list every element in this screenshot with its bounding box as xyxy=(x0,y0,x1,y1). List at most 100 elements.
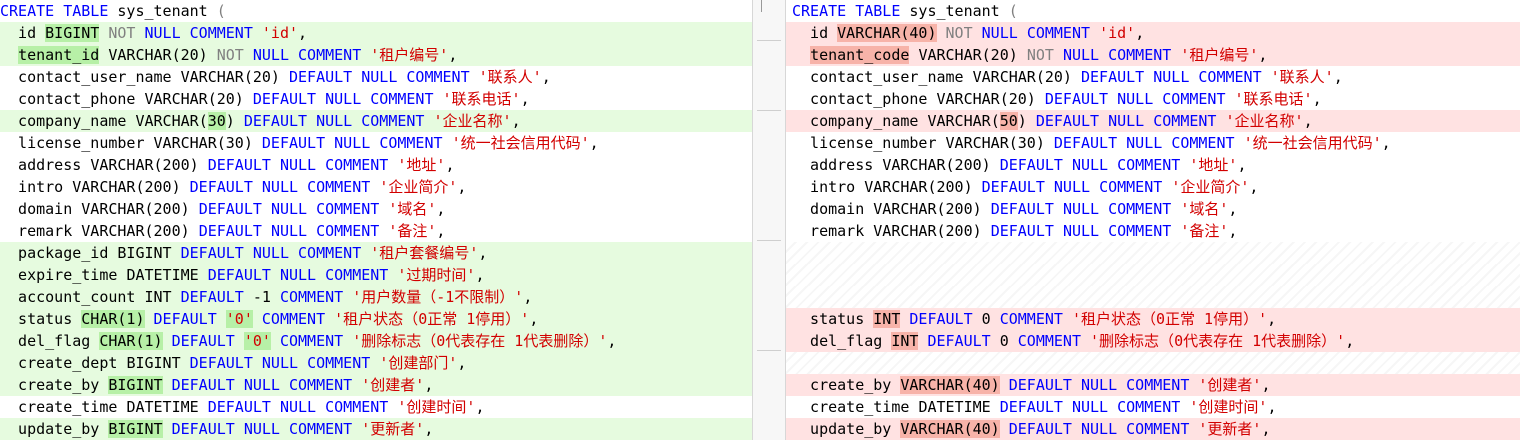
code-token: , xyxy=(607,332,617,350)
code-line[interactable] xyxy=(786,352,1520,374)
code-token: ) xyxy=(1017,112,1036,130)
code-token: CREATE xyxy=(0,2,55,20)
code-line[interactable]: create_time DATETIME DEFAULT NULL COMMEN… xyxy=(0,396,752,418)
code-token: sys_tenant xyxy=(900,2,1009,20)
code-token: DEFAULT xyxy=(990,222,1054,240)
code-token: , xyxy=(1267,398,1277,416)
code-token: NULL xyxy=(316,112,353,130)
code-line[interactable]: status INT DEFAULT 0 COMMENT '租户状态（0正常 1… xyxy=(786,308,1520,330)
code-token: BIGINT xyxy=(108,420,163,438)
code-line[interactable]: intro VARCHAR(200) DEFAULT NULL COMMENT … xyxy=(0,176,752,198)
code-token: (30) xyxy=(1008,134,1054,152)
code-token: license_number xyxy=(0,134,154,152)
code-line[interactable]: CREATE TABLE sys_tenant ( xyxy=(786,0,1520,22)
code-token: COMMENT xyxy=(279,288,344,306)
code-line[interactable]: create_time DATETIME DEFAULT NULL COMMEN… xyxy=(786,396,1520,418)
code-token: DEFAULT xyxy=(261,134,326,152)
code-line[interactable]: package_id BIGINT DEFAULT NULL COMMENT '… xyxy=(0,242,752,264)
code-token: , xyxy=(424,376,434,394)
code-line[interactable] xyxy=(786,242,1520,264)
code-token: VARCHAR(40) xyxy=(900,376,1000,394)
code-token: id xyxy=(792,24,838,42)
code-line[interactable]: contact_phone VARCHAR(20) DEFAULT NULL C… xyxy=(786,88,1520,110)
code-line[interactable] xyxy=(786,264,1520,286)
right-pane[interactable]: CREATE TABLE sys_tenant ( id VARCHAR(40)… xyxy=(786,0,1520,440)
code-token: COMMENT xyxy=(298,244,362,262)
code-line[interactable]: expire_time DATETIME DEFAULT NULL COMMEN… xyxy=(0,264,752,286)
code-line[interactable]: domain VARCHAR(200) DEFAULT NULL COMMENT… xyxy=(786,198,1520,220)
code-line[interactable]: remark VARCHAR(200) DEFAULT NULL COMMENT… xyxy=(0,220,752,242)
code-token: INT xyxy=(873,310,901,328)
code-line[interactable]: remark VARCHAR(200) DEFAULT NULL COMMENT… xyxy=(786,220,1520,242)
code-token: (200) xyxy=(936,222,991,240)
code-line[interactable]: address VARCHAR(200) DEFAULT NULL COMMEN… xyxy=(0,154,752,176)
code-line[interactable]: CREATE TABLE sys_tenant ( xyxy=(0,0,752,22)
code-line[interactable]: del_flag CHAR(1) DEFAULT '0' COMMENT '删除… xyxy=(0,330,752,352)
left-pane[interactable]: CREATE TABLE sys_tenant ( id BIGINT NOT … xyxy=(0,0,752,440)
code-line[interactable]: update_by VARCHAR(40) DEFAULT NULL COMME… xyxy=(786,418,1520,440)
code-token: status xyxy=(0,310,82,328)
code-token: '备注' xyxy=(1180,222,1229,240)
code-token: address xyxy=(792,156,883,174)
code-token: VARCHAR xyxy=(81,200,145,218)
code-line[interactable]: status CHAR(1) DEFAULT '0' COMMENT '租户状态… xyxy=(0,308,752,330)
code-line[interactable]: del_flag INT DEFAULT 0 COMMENT '删除标志（0代表… xyxy=(786,330,1520,352)
code-token: COMMENT xyxy=(325,156,389,174)
code-line[interactable]: contact_user_name VARCHAR(20) DEFAULT NU… xyxy=(786,66,1520,88)
code-line[interactable]: company_name VARCHAR(50) DEFAULT NULL CO… xyxy=(786,110,1520,132)
code-token: NOT xyxy=(1026,46,1054,64)
code-line[interactable]: create_by VARCHAR(40) DEFAULT NULL COMME… xyxy=(786,374,1520,396)
code-token: domain xyxy=(792,200,874,218)
code-line[interactable]: domain VARCHAR(200) DEFAULT NULL COMMENT… xyxy=(0,198,752,220)
code-token: (200) xyxy=(135,178,190,196)
code-line[interactable]: tenant_code VARCHAR(20) NOT NULL COMMENT… xyxy=(786,44,1520,66)
code-line[interactable]: update_by BIGINT DEFAULT NULL COMMENT '更… xyxy=(0,418,752,440)
code-token: (20) xyxy=(999,90,1045,108)
code-line[interactable]: create_by BIGINT DEFAULT NULL COMMENT '创… xyxy=(0,374,752,396)
code-line[interactable]: company_name VARCHAR(30) DEFAULT NULL CO… xyxy=(0,110,752,132)
code-token: '统一社会信用代码' xyxy=(1243,134,1382,152)
code-token: CREATE xyxy=(792,2,847,20)
code-token: account_count xyxy=(0,288,145,306)
code-line[interactable]: contact_user_name VARCHAR(20) DEFAULT NU… xyxy=(0,66,752,88)
code-token: intro xyxy=(0,178,73,196)
code-line[interactable]: license_number VARCHAR(30) DEFAULT NULL … xyxy=(0,132,752,154)
code-line[interactable]: id VARCHAR(40) NOT NULL COMMENT 'id', xyxy=(786,22,1520,44)
code-token: NULL xyxy=(261,354,299,372)
code-token: DEFAULT xyxy=(999,156,1063,174)
code-token: BIGINT xyxy=(117,244,172,262)
code-token: 0 xyxy=(990,332,1018,350)
code-line[interactable]: license_number VARCHAR(30) DEFAULT NULL … xyxy=(786,132,1520,154)
code-token: VARCHAR(40) xyxy=(900,420,1000,438)
code-line[interactable]: intro VARCHAR(200) DEFAULT NULL COMMENT … xyxy=(786,176,1520,198)
code-line[interactable]: tenant_id VARCHAR(20) NOT NULL COMMENT '… xyxy=(0,44,752,66)
code-line[interactable] xyxy=(786,286,1520,308)
code-token: '租户编号' xyxy=(1180,46,1259,64)
code-line[interactable]: id BIGINT NOT NULL COMMENT 'id', xyxy=(0,22,752,44)
code-token: DEFAULT xyxy=(207,156,271,174)
code-token: COMMENT xyxy=(289,420,353,438)
code-token: (30) xyxy=(216,134,262,152)
code-line[interactable]: create_dept BIGINT DEFAULT NULL COMMENT … xyxy=(0,352,752,374)
code-token: contact_user_name xyxy=(792,68,973,86)
code-token: CHAR(1) xyxy=(99,332,163,350)
code-line[interactable]: account_count INT DEFAULT -1 COMMENT '用户… xyxy=(0,286,752,308)
code-token: '企业简介' xyxy=(379,178,458,196)
code-token: COMMENT xyxy=(1026,24,1091,42)
code-line[interactable]: address VARCHAR(200) DEFAULT NULL COMMEN… xyxy=(786,154,1520,176)
gutter-marker xyxy=(761,0,778,12)
code-line[interactable]: contact_phone VARCHAR(20) DEFAULT NULL C… xyxy=(0,88,752,110)
code-token: COMMENT xyxy=(1017,332,1081,350)
diff-gutter[interactable] xyxy=(752,0,786,440)
